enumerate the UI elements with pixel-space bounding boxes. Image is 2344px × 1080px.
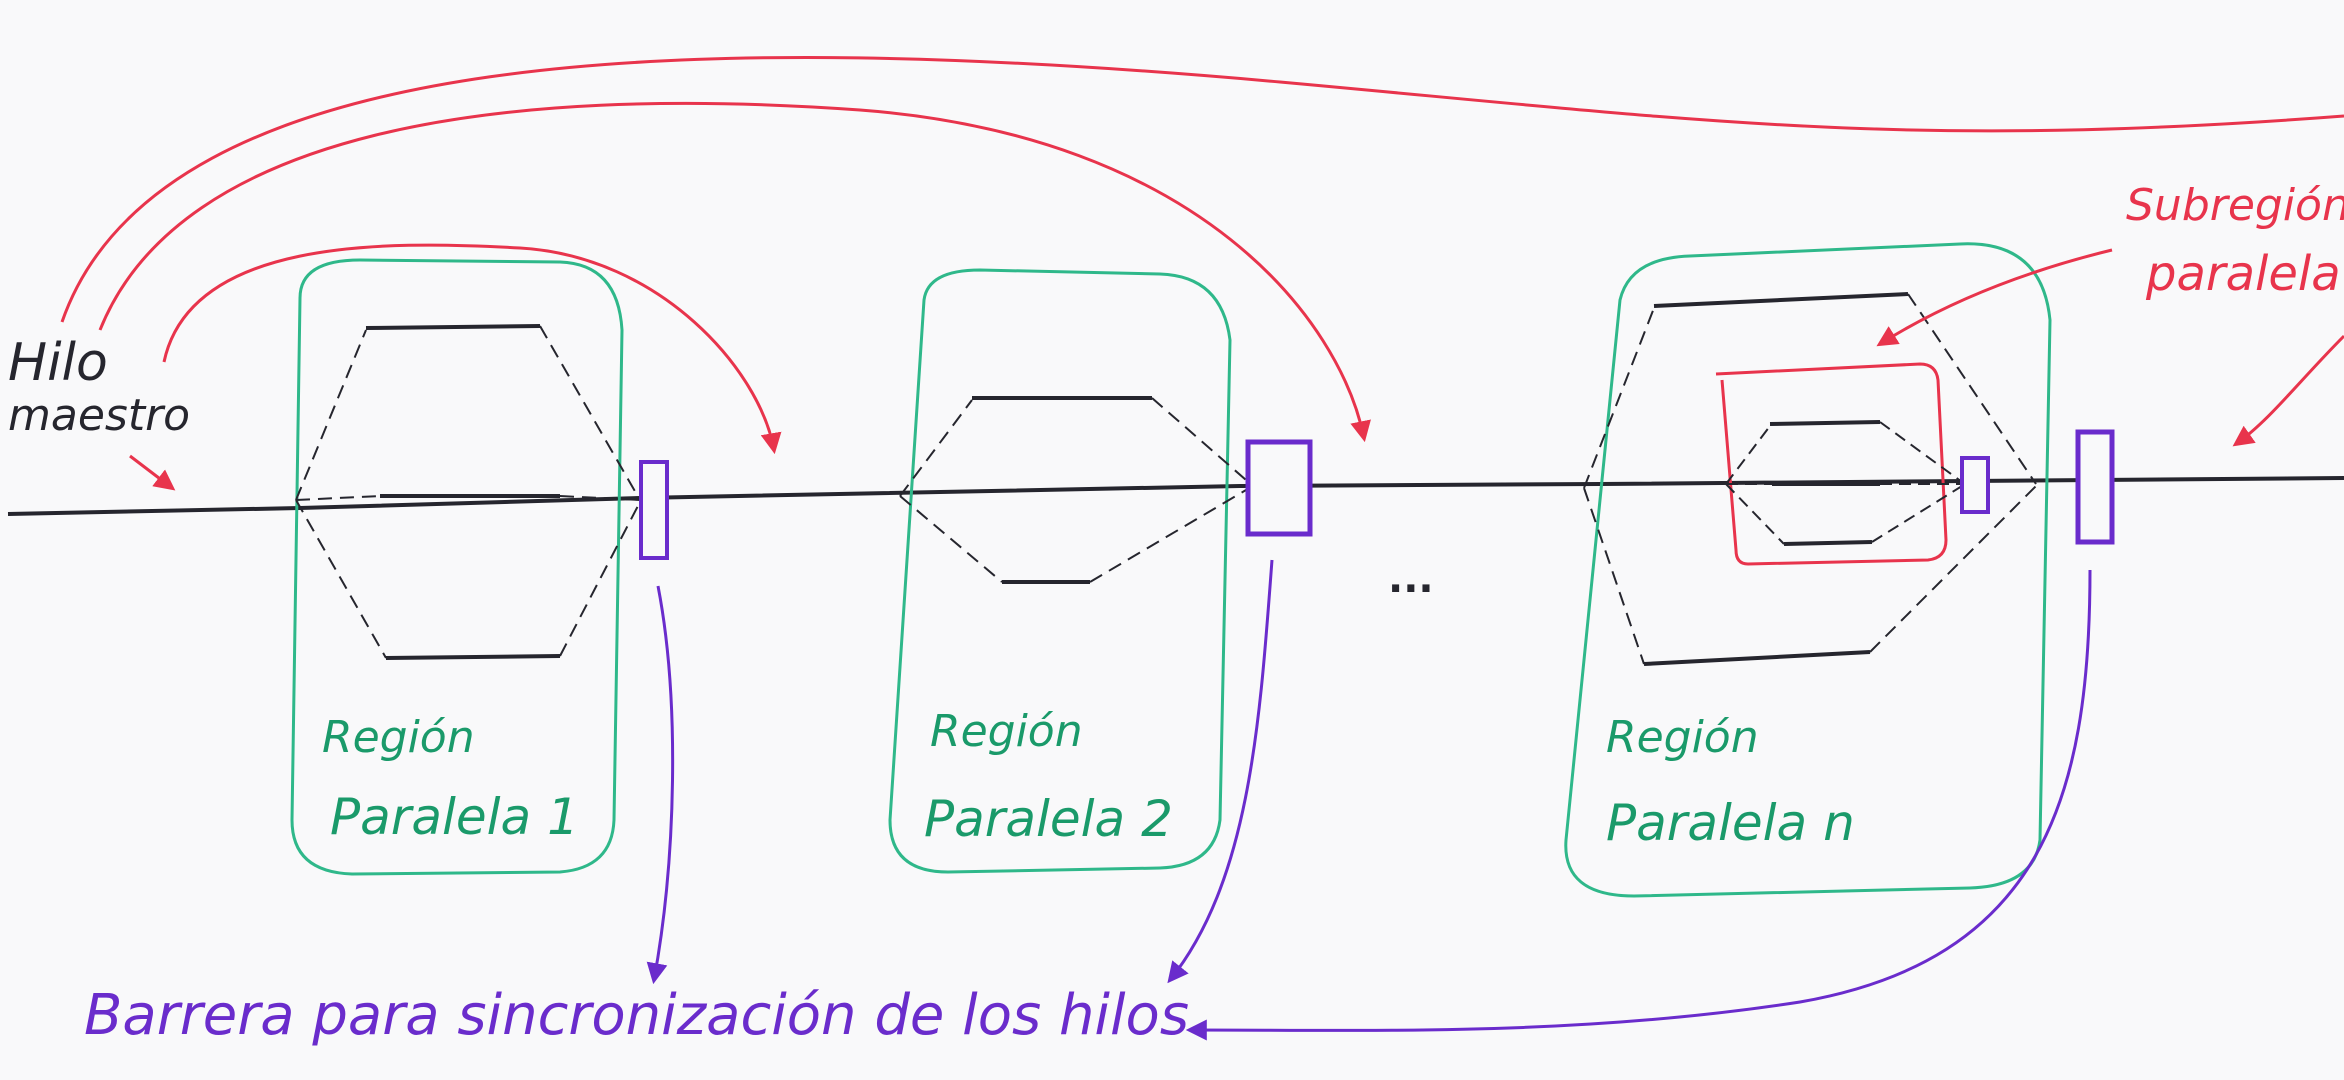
region-n-title: Región bbox=[1606, 712, 1759, 763]
region-1-title: Región bbox=[322, 712, 475, 763]
region-1-subtitle: Paralela 1 bbox=[330, 788, 579, 846]
fork-arrow-region-2 bbox=[98, 101, 1371, 443]
nested-subregion bbox=[1715, 362, 1990, 566]
region-1-barrier bbox=[639, 460, 669, 560]
regions-ellipsis: ... bbox=[1388, 556, 1434, 602]
region-n-subtitle: Paralela n bbox=[1606, 794, 1855, 852]
master-thread-label-2: maestro bbox=[8, 390, 190, 441]
subregion-barrier bbox=[1960, 456, 1990, 514]
region-1-outline bbox=[290, 258, 624, 876]
region-1-fork-dashes bbox=[295, 325, 641, 659]
parallel-regions-diagram: Región Paralela 1 Región Paralela 2 ... … bbox=[7, 56, 2344, 1048]
region-2-outline bbox=[888, 268, 1232, 874]
fork-arrow-region-n bbox=[60, 56, 2344, 323]
parallel-region-1: Región Paralela 1 bbox=[290, 258, 669, 876]
region-2-title: Región bbox=[930, 706, 1083, 757]
master-thread-label: Hilo bbox=[8, 333, 108, 393]
subregion-label: Subregión bbox=[2126, 180, 2344, 231]
fork-arrow-region-1 bbox=[162, 243, 782, 455]
region-2-barrier bbox=[1245, 439, 1313, 537]
region-n-thread-bottom bbox=[1643, 650, 1871, 666]
subregion-thread-bottom bbox=[1783, 540, 1873, 546]
region-n-barrier bbox=[2075, 429, 2115, 545]
barrier-arrow-region-1 bbox=[646, 585, 675, 985]
master-thread-pointer-arrow bbox=[129, 454, 176, 491]
subregion-label-2: paralela bbox=[2145, 246, 2341, 302]
subregion-outline bbox=[1715, 362, 1948, 566]
subregion-pointer-arrow bbox=[1876, 248, 2113, 347]
master-thread-line bbox=[7, 476, 2344, 516]
subregion-thread-top bbox=[1769, 420, 1881, 426]
region-1-thread-top bbox=[365, 324, 541, 330]
region-n-thread-top bbox=[1653, 292, 1909, 308]
region-1-thread-bottom bbox=[385, 654, 561, 660]
region-2-subtitle: Paralela 2 bbox=[924, 790, 1173, 848]
parallel-region-n: Región Paralela n bbox=[1564, 242, 2115, 898]
fork-arrow-region-n-tail bbox=[2232, 334, 2344, 447]
barrier-caption: Barrera para sincronización de los hilos bbox=[84, 983, 1189, 1048]
